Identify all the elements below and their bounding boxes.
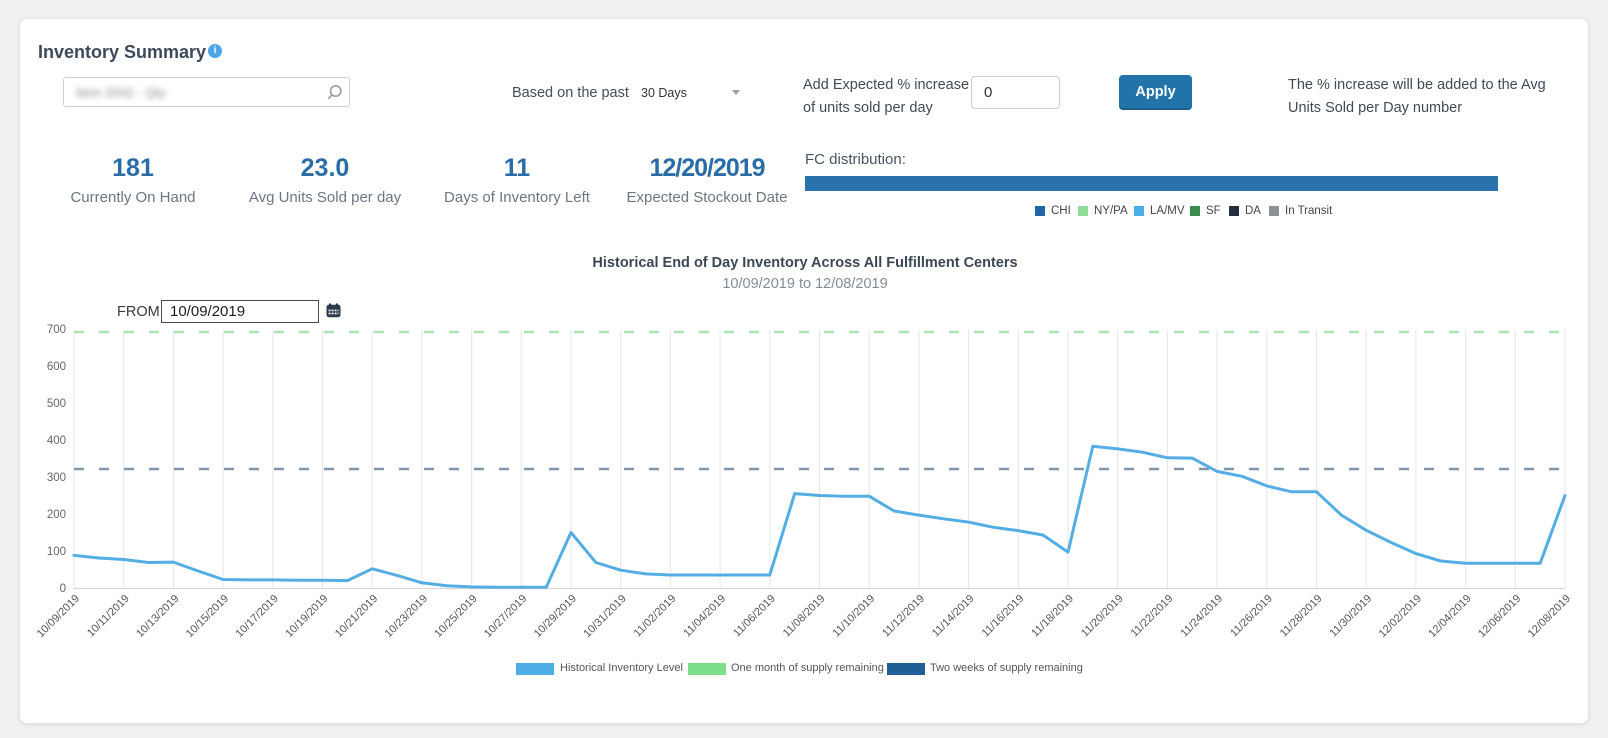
- svg-text:0: 0: [60, 583, 66, 595]
- svg-text:10/25/2019: 10/25/2019: [432, 593, 479, 640]
- svg-text:11/10/2019: 11/10/2019: [830, 593, 877, 640]
- svg-text:700: 700: [47, 324, 66, 336]
- svg-text:100: 100: [47, 546, 66, 558]
- svg-text:11/16/2019: 11/16/2019: [980, 593, 1027, 640]
- svg-text:11/14/2019: 11/14/2019: [930, 593, 977, 640]
- svg-text:11/26/2019: 11/26/2019: [1228, 593, 1275, 640]
- svg-text:11/06/2019: 11/06/2019: [731, 593, 778, 640]
- svg-text:300: 300: [47, 472, 66, 484]
- svg-text:400: 400: [47, 435, 66, 447]
- svg-text:11/04/2019: 11/04/2019: [681, 593, 728, 640]
- svg-text:11/02/2019: 11/02/2019: [632, 593, 679, 640]
- svg-text:11/18/2019: 11/18/2019: [1029, 593, 1076, 640]
- svg-text:10/27/2019: 10/27/2019: [482, 593, 529, 640]
- svg-text:10/29/2019: 10/29/2019: [532, 593, 579, 640]
- svg-text:11/20/2019: 11/20/2019: [1079, 593, 1126, 640]
- svg-text:11/12/2019: 11/12/2019: [880, 593, 927, 640]
- svg-text:200: 200: [47, 509, 66, 521]
- svg-text:10/09/2019: 10/09/2019: [35, 593, 82, 640]
- svg-text:12/08/2019: 12/08/2019: [1526, 593, 1573, 640]
- svg-text:11/08/2019: 11/08/2019: [781, 593, 828, 640]
- svg-text:10/13/2019: 10/13/2019: [134, 593, 181, 640]
- svg-text:10/11/2019: 10/11/2019: [85, 593, 132, 640]
- svg-text:10/23/2019: 10/23/2019: [383, 593, 430, 640]
- svg-text:11/22/2019: 11/22/2019: [1129, 593, 1176, 640]
- svg-text:10/15/2019: 10/15/2019: [184, 593, 231, 640]
- svg-text:10/31/2019: 10/31/2019: [581, 593, 628, 640]
- svg-text:10/17/2019: 10/17/2019: [234, 593, 281, 640]
- svg-text:500: 500: [47, 398, 66, 410]
- svg-text:11/30/2019: 11/30/2019: [1327, 593, 1374, 640]
- svg-text:12/04/2019: 12/04/2019: [1426, 593, 1473, 640]
- svg-text:11/24/2019: 11/24/2019: [1178, 593, 1225, 640]
- svg-text:600: 600: [47, 361, 66, 373]
- svg-text:10/21/2019: 10/21/2019: [333, 593, 380, 640]
- svg-text:12/06/2019: 12/06/2019: [1476, 593, 1523, 640]
- svg-text:10/19/2019: 10/19/2019: [283, 593, 330, 640]
- svg-text:12/02/2019: 12/02/2019: [1377, 593, 1424, 640]
- svg-text:11/28/2019: 11/28/2019: [1278, 593, 1325, 640]
